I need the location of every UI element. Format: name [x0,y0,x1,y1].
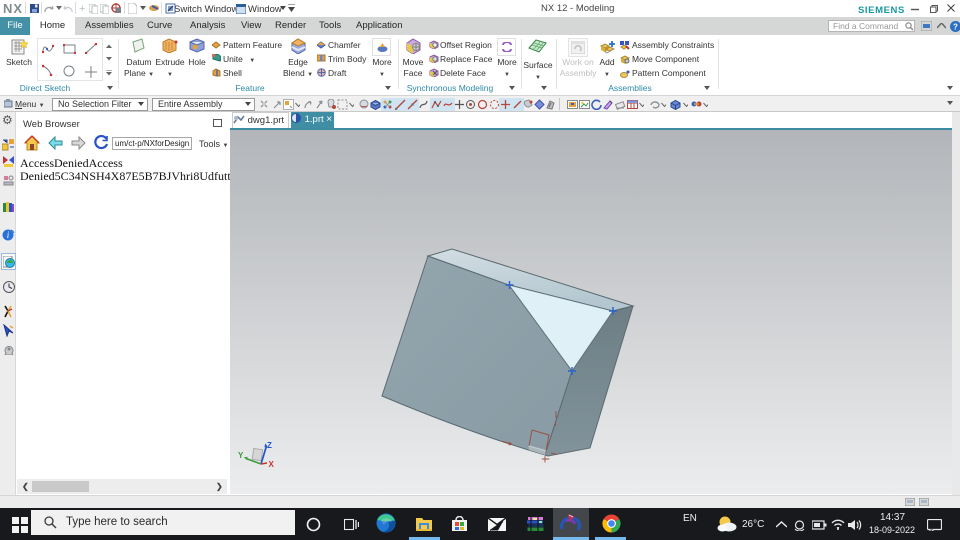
svg-text:?: ? [953,23,958,32]
svg-text:Z: Z [267,441,272,450]
svg-text:Y: Y [238,451,244,460]
svg-text:X: X [269,460,275,469]
